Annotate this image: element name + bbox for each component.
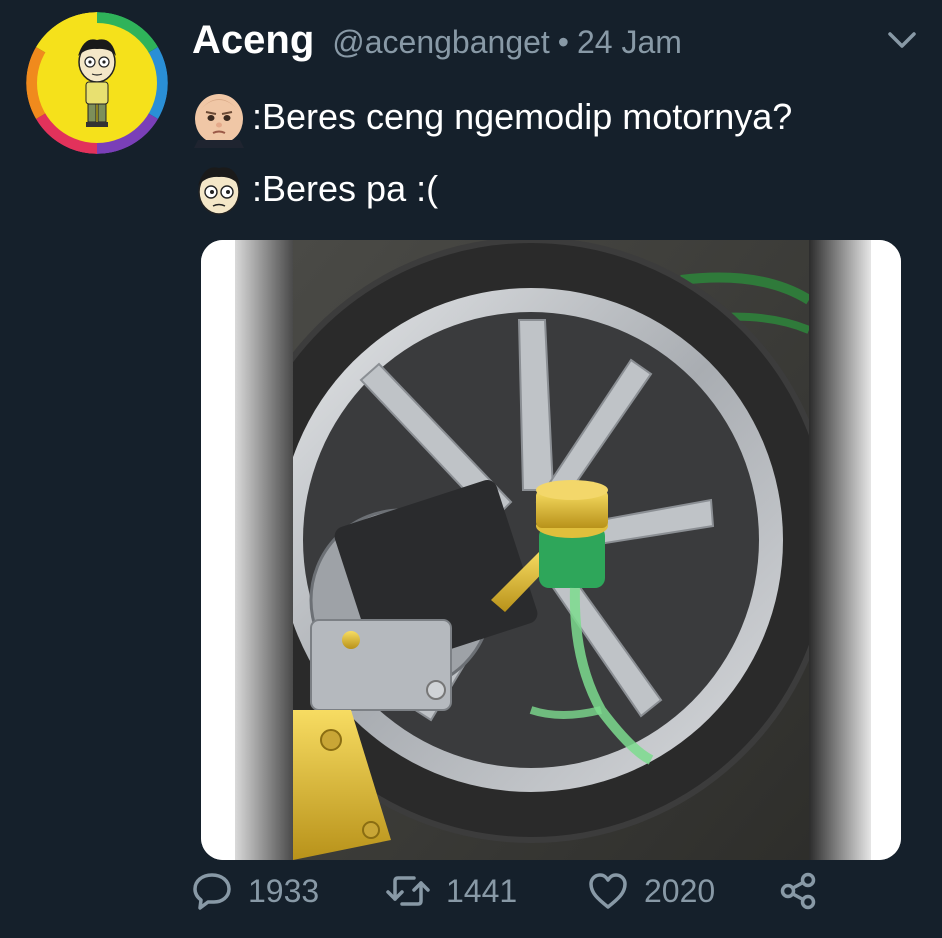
cartoon-face-icon [188,158,250,220]
tweet-line-2: :Beres pa :( [188,158,438,220]
tweet-line-1: :Beres ceng ngemodip motornya? [188,86,792,148]
heart-icon [589,873,627,909]
tweet-media-photo[interactable] [201,240,901,860]
reply-action[interactable]: 1933 [190,866,319,916]
tweet-actions: 1933 1441 2020 [188,866,848,916]
chevron-down-icon[interactable] [884,26,920,54]
retweet-count: 1441 [446,872,518,909]
share-icon [780,872,816,910]
user-handle[interactable]: @acengbanget [332,24,550,61]
retweet-action[interactable]: 1441 [384,866,517,916]
separator-dot: • [557,24,569,60]
tweet-card: Aceng @acengbanget • 24 Jam :Beres ceng … [0,0,942,938]
motorcycle-wheel-photo [201,240,901,860]
like-action[interactable]: 2020 [586,866,715,916]
timestamp[interactable]: 24 Jam [577,24,682,61]
reply-icon [193,873,231,910]
display-name[interactable]: Aceng [192,18,314,63]
avatar[interactable] [26,12,168,154]
tweet-text-line-1: :Beres ceng ngemodip motornya? [252,96,793,137]
reply-count: 1933 [248,872,320,909]
share-action[interactable] [776,866,820,916]
tweet-header: Aceng @acengbanget • 24 Jam [192,18,682,74]
retweet-icon [386,876,430,906]
like-count: 2020 [644,872,716,909]
baby-face-icon [188,86,250,148]
tweet-text-line-2: :Beres pa :( [252,168,439,209]
